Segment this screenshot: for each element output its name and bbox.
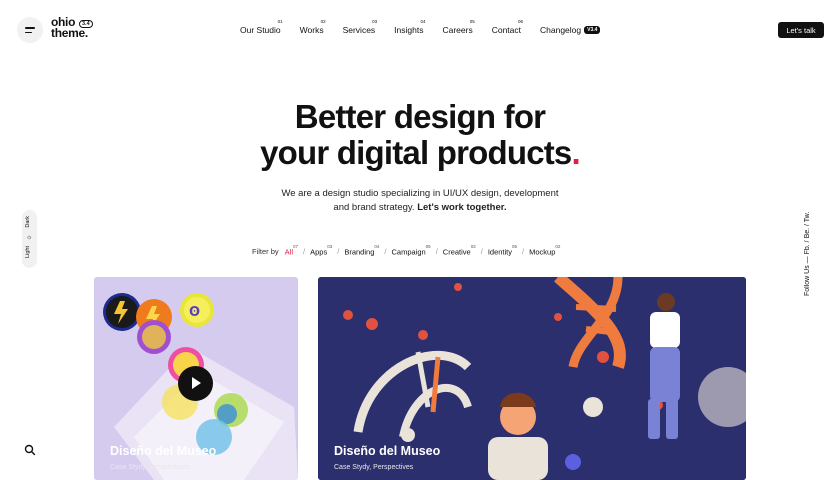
nav-changelog[interactable]: Changelog V3.4: [540, 21, 601, 35]
nav-label: Contact: [491, 25, 521, 35]
nav-careers[interactable]: Careers 05: [442, 19, 475, 35]
filter-separator: /: [384, 247, 387, 257]
nav-number: 04: [420, 19, 426, 24]
nav-label: Changelog: [540, 25, 582, 35]
menu-icon[interactable]: [17, 17, 43, 43]
filter-label: Filter by: [252, 247, 279, 257]
filter-count: 02: [555, 244, 561, 249]
filter-text: Identity: [487, 247, 513, 257]
filter-text: Apps: [310, 247, 328, 257]
nav-number: 01: [277, 19, 283, 24]
nav-number: 06: [517, 19, 523, 24]
social-follow-links[interactable]: Follow Us — Fb. / Be. / Tw.: [804, 186, 811, 296]
nav-works[interactable]: Works 02: [299, 19, 326, 35]
search-icon[interactable]: [24, 444, 36, 456]
main-nav: Our Studio 01 Works 02 Services 03 Insights…: [240, 19, 619, 35]
title-line-2: your digital products: [260, 134, 572, 171]
nav-insights[interactable]: Insights 04: [394, 19, 426, 35]
filter-separator: /: [435, 247, 438, 257]
nav-label: Works: [299, 25, 324, 35]
nav-number: 02: [320, 19, 326, 24]
filter-separator: /: [337, 247, 340, 257]
nav-label: Our Studio: [240, 25, 281, 35]
lets-talk-button[interactable]: Let's talk: [778, 22, 824, 38]
filter-count: 03: [327, 244, 333, 249]
page-subtitle: We are a design studio specializing in U…: [0, 187, 840, 215]
filter-text: Campaign: [391, 247, 426, 257]
filter-creative[interactable]: Creative02: [442, 244, 481, 257]
nav-number: 03: [372, 19, 378, 24]
card-meta: Case Stydy, Perspectives: [110, 464, 190, 471]
theme-light-label: Light: [25, 246, 31, 258]
logo-version-badge: 3.4: [79, 20, 93, 28]
card-title[interactable]: Diseño del Museo: [334, 444, 440, 458]
page-title: Better design for your digital products.: [0, 99, 840, 171]
filter-count: 02: [470, 244, 476, 249]
logo[interactable]: ohio theme. 3.4: [51, 16, 93, 40]
filter-count: 07: [293, 244, 299, 249]
title-line-1: Better design for: [294, 98, 546, 135]
filter-separator: /: [480, 247, 483, 257]
nav-label: Insights: [394, 25, 424, 35]
filter-mockup[interactable]: Mockup02: [529, 244, 565, 257]
filter-campaign[interactable]: Campaign06: [391, 244, 435, 257]
title-accent-dot: .: [571, 134, 581, 171]
filter-separator: /: [522, 247, 525, 257]
nav-services[interactable]: Services 03: [342, 19, 378, 35]
nav-label: Services: [342, 25, 376, 35]
portfolio-card[interactable]: ʘ Diseño del Museo Case Stydy, Perspecti…: [94, 277, 298, 480]
filter-all[interactable]: All07: [284, 244, 303, 257]
nav-number: 05: [469, 19, 475, 24]
changelog-version-badge: V3.4: [584, 26, 601, 34]
filter-separator: /: [303, 247, 306, 257]
filter-text: Creative: [442, 247, 471, 257]
subtitle-line-2: and brand strategy.: [333, 202, 415, 213]
filter-count: 06: [425, 244, 431, 249]
sun-icon: ☼: [26, 234, 33, 241]
logo-line-2: theme.: [51, 26, 88, 40]
filter-identity[interactable]: Identity05: [487, 244, 522, 257]
play-video-button[interactable]: [178, 366, 213, 401]
svg-text:ʘ: ʘ: [189, 305, 200, 320]
subtitle-line-1: We are a design studio specializing in U…: [281, 188, 559, 199]
nav-contact[interactable]: Contact 06: [491, 19, 523, 35]
nav-our-studio[interactable]: Our Studio 01: [240, 19, 283, 35]
filter-count: 05: [512, 244, 518, 249]
filter-text: Branding: [344, 247, 375, 257]
filter-count: 04: [374, 244, 380, 249]
nav-label: Careers: [442, 25, 473, 35]
portfolio-card[interactable]: Diseño del Museo Case Stydy, Perspective…: [318, 277, 746, 480]
card-title[interactable]: Diseño del Museo: [110, 444, 216, 458]
filter-apps[interactable]: Apps03: [310, 244, 337, 257]
filter-bar: Filter by All07 / Apps03 / Branding04 / …: [252, 244, 565, 257]
filter-branding[interactable]: Branding04: [344, 244, 384, 257]
filter-text: All: [284, 247, 294, 257]
card-meta: Case Stydy, Perspectives: [334, 464, 414, 471]
subtitle-cta-text[interactable]: Let's work together.: [417, 202, 506, 213]
theme-dark-label: Dark: [25, 216, 31, 228]
theme-toggle[interactable]: Dark ☼ Light: [22, 210, 37, 268]
filter-text: Mockup: [529, 247, 556, 257]
